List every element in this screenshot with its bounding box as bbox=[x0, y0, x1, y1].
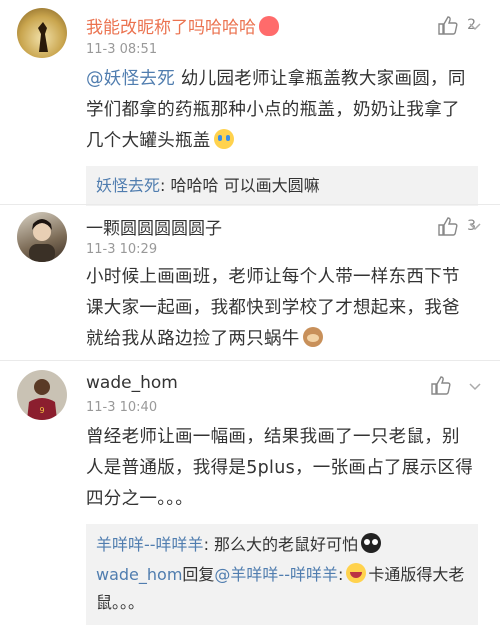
thumbs-up-icon bbox=[431, 376, 451, 395]
comment-3: 9 wade_hom 11-3 10:40 曾经老师让画一幅画，结果我画了一只老… bbox=[0, 360, 500, 639]
comment-text: 曾经老师让画一幅画，结果我画了一只老鼠，别人是普通版，我得是5plus，一张画占… bbox=[86, 427, 474, 509]
reply-verb: 回复 bbox=[182, 565, 215, 584]
player-portrait-icon: 9 bbox=[27, 379, 57, 420]
avatar[interactable] bbox=[17, 8, 67, 58]
reply-text: : 哈哈哈 可以画大圆嘛 bbox=[160, 176, 320, 195]
like-button[interactable] bbox=[430, 374, 452, 396]
username[interactable]: wade_hom bbox=[86, 373, 178, 393]
reply-box[interactable]: 妖怪去死: 哈哈哈 可以画大圆嘛 bbox=[86, 166, 478, 206]
thumbs-up-icon bbox=[438, 217, 458, 236]
comment-1: 我能改昵称了吗哈哈哈 11-3 08:51 2 @妖怪去死 幼儿园老师让拿瓶盖教… bbox=[0, 0, 500, 206]
username[interactable]: 我能改昵称了吗哈哈哈 bbox=[86, 13, 279, 38]
chevron-down-icon[interactable] bbox=[468, 220, 482, 234]
laughing-face-emoji bbox=[346, 563, 367, 583]
monkey-emoji bbox=[302, 327, 323, 347]
reply-separator: : bbox=[337, 565, 344, 584]
reply-target-link[interactable]: @羊咩咩--咩咩羊 bbox=[214, 565, 338, 584]
crying-face-emoji bbox=[213, 129, 234, 149]
mention-link[interactable]: @妖怪去死 bbox=[86, 69, 175, 89]
username[interactable]: 一颗圆圆圆圆圆子 bbox=[86, 214, 222, 239]
comment-text: @妖怪去死 幼儿园老师让拿瓶盖教大家画圆，同学们都拿的药瓶那种小点的瓶盖，奶奶让… bbox=[86, 69, 466, 151]
silhouette-icon bbox=[38, 22, 48, 52]
reply-user-link[interactable]: wade_hom bbox=[96, 565, 182, 584]
reply-user-link[interactable]: 羊咩咩--咩咩羊 bbox=[96, 535, 204, 554]
scared-face-emoji bbox=[361, 533, 382, 553]
chevron-down-icon[interactable] bbox=[468, 20, 482, 34]
avatar[interactable] bbox=[17, 212, 67, 262]
reply-user-link[interactable]: 妖怪去死 bbox=[96, 176, 160, 195]
timestamp: 11-3 10:29 bbox=[86, 242, 158, 257]
comment-text: 小时候上画画班，老师让每个人带一样东西下节课大家一起画，我都快到学校了才想起来，… bbox=[86, 267, 460, 349]
reply-text: : 那么大的老鼠好可怕 bbox=[203, 535, 359, 554]
svg-text:9: 9 bbox=[39, 406, 44, 415]
comment-2: 一颗圆圆圆圆圆子 11-3 10:29 3 小时候上画画班，老师让每个人带一样东… bbox=[0, 204, 500, 362]
reply-box[interactable]: 羊咩咩--咩咩羊: 那么大的老鼠好可怕 wade_hom回复@羊咩咩--咩咩羊:… bbox=[86, 524, 478, 625]
thumbs-up-icon bbox=[438, 16, 458, 35]
avatar[interactable]: 9 bbox=[17, 370, 67, 420]
portrait-icon bbox=[29, 219, 55, 262]
heart-face-emoji bbox=[259, 16, 279, 36]
reply-line-1: 羊咩咩--咩咩羊: 那么大的老鼠好可怕 bbox=[96, 531, 468, 559]
reply-line-2: wade_hom回复@羊咩咩--咩咩羊: 卡通版得大老鼠。。。 bbox=[96, 561, 468, 617]
timestamp: 11-3 10:40 bbox=[86, 400, 158, 415]
chevron-down-icon[interactable] bbox=[468, 380, 482, 394]
timestamp: 11-3 08:51 bbox=[86, 42, 158, 57]
